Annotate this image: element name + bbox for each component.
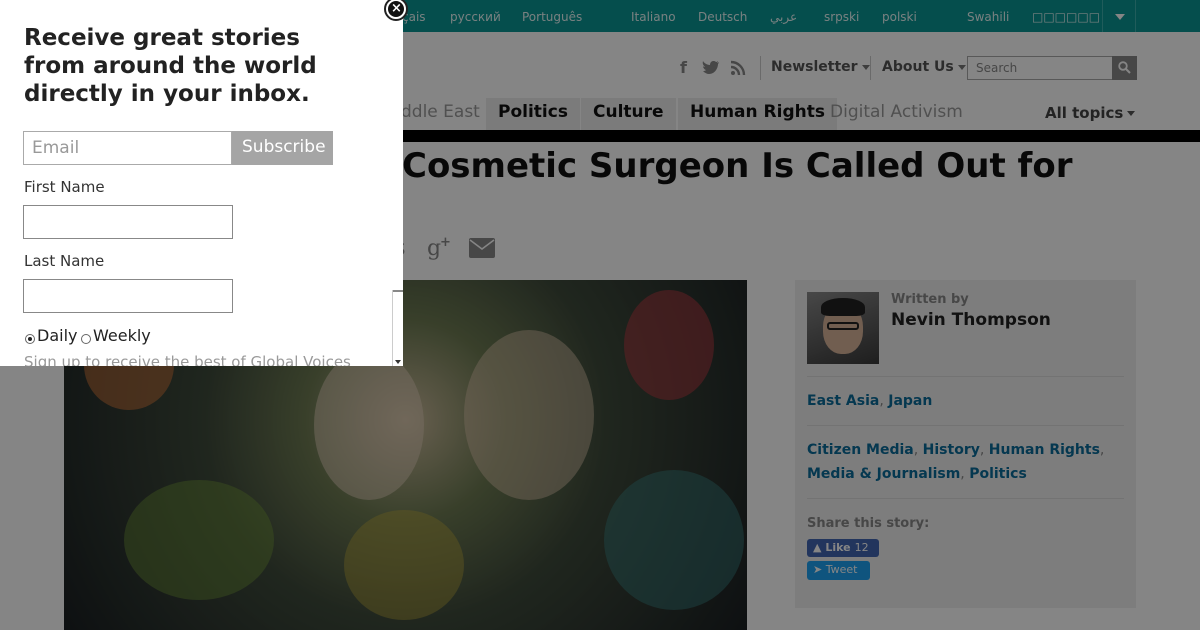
daily-label: Daily [37,326,78,345]
first-name-field[interactable] [23,205,233,239]
close-icon: × [391,1,402,16]
scrollbar-thumb[interactable] [393,290,403,292]
scroll-down-icon[interactable] [395,360,401,364]
popup-note: Sign up to receive the best of Global Vo… [24,353,351,366]
newsletter-popup: Receive great stories from around the wo… [0,0,403,366]
first-name-label: First Name [24,178,105,196]
email-field[interactable]: Email [23,131,232,165]
subscribe-button[interactable]: Subscribe [232,131,333,165]
popup-heading: Receive great stories from around the wo… [24,25,317,107]
daily-radio[interactable] [25,334,35,344]
weekly-radio[interactable] [81,334,91,344]
weekly-label: Weekly [93,326,151,345]
popup-scrollbar[interactable] [392,290,403,366]
last-name-field[interactable] [23,279,233,313]
last-name-label: Last Name [24,252,105,270]
